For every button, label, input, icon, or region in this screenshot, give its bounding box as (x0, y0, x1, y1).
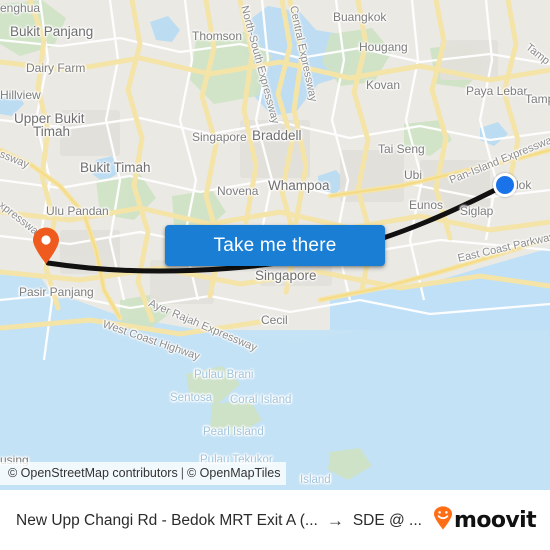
moovit-trip-screen: enghua Bukit Panjang Dairy Farm Hillview Upp… (0, 0, 550, 550)
attribution-separator: | (180, 466, 184, 480)
destination-dot-marker[interactable] (493, 173, 517, 197)
origin-pin-marker[interactable] (31, 227, 61, 265)
osm-attribution-link[interactable]: © OpenStreetMap contributors (8, 466, 178, 480)
route-summary[interactable]: New Upp Changi Rd - Bedok MRT Exit A (..… (16, 511, 427, 531)
map-attribution: © OpenStreetMap contributors | © OpenMapTi… (0, 462, 287, 485)
openmaptiles-attribution-link[interactable]: © OpenMapTiles (187, 466, 281, 480)
take-me-there-button[interactable]: Take me there (165, 225, 385, 266)
moovit-logo[interactable]: moovit (433, 506, 537, 535)
map-canvas[interactable]: enghua Bukit Panjang Dairy Farm Hillview Upp… (0, 0, 550, 490)
trip-footer-bar: New Upp Changi Rd - Bedok MRT Exit A (..… (0, 490, 550, 550)
route-destination-label: SDE @ ... (352, 511, 422, 529)
moovit-wordmark: moovit (454, 508, 537, 533)
route-origin-label: New Upp Changi Rd - Bedok MRT Exit A (..… (16, 511, 318, 529)
route-arrow-icon: → (326, 510, 344, 530)
moovit-pin-icon (433, 506, 453, 535)
